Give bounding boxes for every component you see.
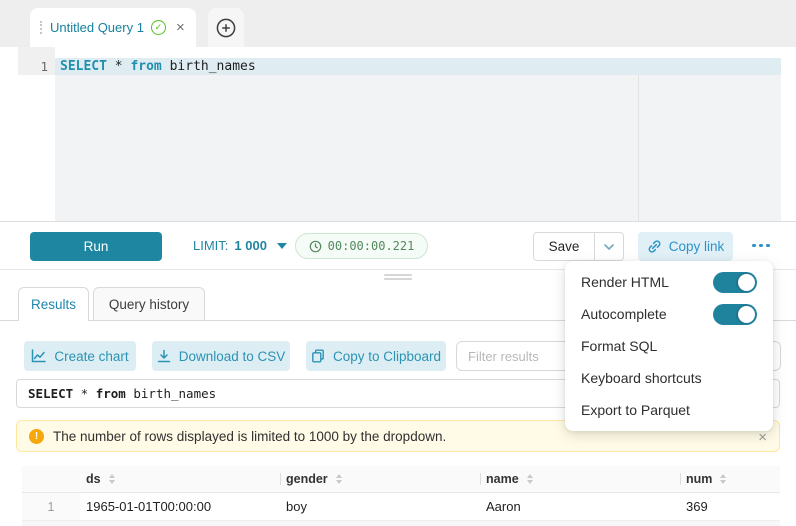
copy-icon xyxy=(311,349,325,363)
elapsed-time: 00:00:00.221 xyxy=(328,239,415,253)
sort-icon[interactable] xyxy=(109,474,115,484)
autocomplete-toggle[interactable] xyxy=(713,304,757,325)
limit-value: 1 000 xyxy=(234,238,267,253)
sql-operator: * xyxy=(73,386,96,401)
create-chart-button[interactable]: Create chart xyxy=(24,341,136,371)
sql-keyword: SELECT xyxy=(28,386,73,401)
cell-name: Aaron xyxy=(480,493,680,520)
menu-item-keyboard-shortcuts[interactable]: Keyboard shortcuts xyxy=(565,362,773,394)
sort-icon[interactable] xyxy=(336,474,342,484)
menu-item-format-sql[interactable]: Format SQL xyxy=(565,330,773,362)
sort-icon[interactable] xyxy=(720,474,726,484)
close-icon[interactable]: × xyxy=(176,20,185,35)
sql-operator: * xyxy=(107,58,130,75)
download-csv-button[interactable]: Download to CSV xyxy=(152,341,290,371)
tab-title: Untitled Query 1 xyxy=(50,20,144,35)
save-dropdown-button[interactable] xyxy=(595,232,624,261)
copy-clipboard-button[interactable]: Copy to Clipboard xyxy=(306,341,446,371)
limit-dropdown[interactable]: LIMIT: 1 000 xyxy=(193,222,287,269)
table-row-partial xyxy=(22,521,780,526)
pane-resize-handle[interactable] xyxy=(384,274,412,282)
render-html-toggle[interactable] xyxy=(713,272,757,293)
column-header-gender[interactable]: gender xyxy=(280,466,480,492)
tab-untitled-query-1[interactable]: Untitled Query 1 ✓ × xyxy=(30,8,196,47)
column-header-name[interactable]: name xyxy=(480,466,680,492)
sql-editor[interactable]: 1 SELECT * from birth_names xyxy=(0,47,796,222)
sql-keyword: from xyxy=(130,58,161,75)
menu-item-label: Format SQL xyxy=(581,338,657,354)
ellipsis-icon xyxy=(766,244,770,248)
add-tab-button[interactable] xyxy=(208,8,244,47)
row-index: 1 xyxy=(22,493,80,520)
table-header-row: ds gender name num xyxy=(22,466,780,493)
column-label: ds xyxy=(86,472,101,486)
download-icon xyxy=(157,349,171,363)
column-header-num[interactable]: num xyxy=(680,466,780,492)
results-table: ds gender name num 1 1965-01-01T00:00:00… xyxy=(22,466,780,526)
editor-print-margin xyxy=(638,75,639,221)
limit-label: LIMIT: xyxy=(193,238,228,253)
sql-keyword: SELECT xyxy=(60,58,107,75)
options-menu: Render HTML Autocomplete Format SQL Keyb… xyxy=(565,261,773,431)
editor-active-line[interactable]: SELECT * from birth_names xyxy=(55,58,781,75)
download-csv-label: Download to CSV xyxy=(179,349,286,364)
menu-item-render-html[interactable]: Render HTML xyxy=(565,266,773,298)
line-number: 1 xyxy=(18,58,48,75)
ellipsis-icon xyxy=(759,244,763,248)
warning-icon: ! xyxy=(29,429,44,444)
tab-results[interactable]: Results xyxy=(18,287,89,321)
ellipsis-icon xyxy=(752,244,756,248)
column-label: gender xyxy=(286,472,328,486)
sql-keyword: from xyxy=(96,386,126,401)
menu-item-autocomplete[interactable]: Autocomplete xyxy=(565,298,773,330)
run-button[interactable]: Run xyxy=(30,232,162,261)
toggle-knob xyxy=(738,274,755,291)
index-column-header xyxy=(22,466,80,492)
menu-item-label: Keyboard shortcuts xyxy=(581,370,702,386)
menu-item-export-parquet[interactable]: Export to Parquet xyxy=(565,394,773,426)
chart-icon xyxy=(31,349,46,363)
link-icon xyxy=(647,239,662,254)
column-label: name xyxy=(486,472,519,486)
check-circle-icon: ✓ xyxy=(151,20,166,35)
clock-icon xyxy=(309,240,322,253)
query-timer-badge: 00:00:00.221 xyxy=(295,233,428,259)
table-row[interactable]: 1 1965-01-01T00:00:00 boy Aaron 369 xyxy=(22,493,780,521)
copy-link-button[interactable]: Copy link xyxy=(638,232,733,261)
sql-table-name: birth_names xyxy=(126,386,216,401)
sort-icon[interactable] xyxy=(527,474,533,484)
column-label: num xyxy=(686,472,712,486)
sql-table-name: birth_names xyxy=(162,58,256,75)
create-chart-label: Create chart xyxy=(54,349,128,364)
cell-gender: boy xyxy=(280,493,480,520)
column-header-ds[interactable]: ds xyxy=(80,466,280,492)
tab-query-history[interactable]: Query history xyxy=(93,287,205,321)
cell-num: 369 xyxy=(680,493,780,520)
toggle-knob xyxy=(738,306,755,323)
warning-message: The number of rows displayed is limited … xyxy=(53,429,446,444)
menu-item-label: Autocomplete xyxy=(581,306,667,322)
copy-link-label: Copy link xyxy=(669,239,725,254)
caret-down-icon xyxy=(277,243,287,249)
plus-circle-icon xyxy=(216,18,236,38)
query-tab-bar: Untitled Query 1 ✓ × xyxy=(0,0,796,47)
save-split-button: Save xyxy=(533,232,624,261)
copy-clipboard-label: Copy to Clipboard xyxy=(333,349,441,364)
editor-empty-area[interactable] xyxy=(55,75,781,221)
save-button[interactable]: Save xyxy=(533,232,595,261)
menu-item-label: Render HTML xyxy=(581,274,669,290)
drag-handle-icon[interactable] xyxy=(40,21,42,34)
cell-ds: 1965-01-01T00:00:00 xyxy=(80,493,280,520)
menu-item-label: Export to Parquet xyxy=(581,402,690,418)
chevron-down-icon xyxy=(604,244,614,250)
